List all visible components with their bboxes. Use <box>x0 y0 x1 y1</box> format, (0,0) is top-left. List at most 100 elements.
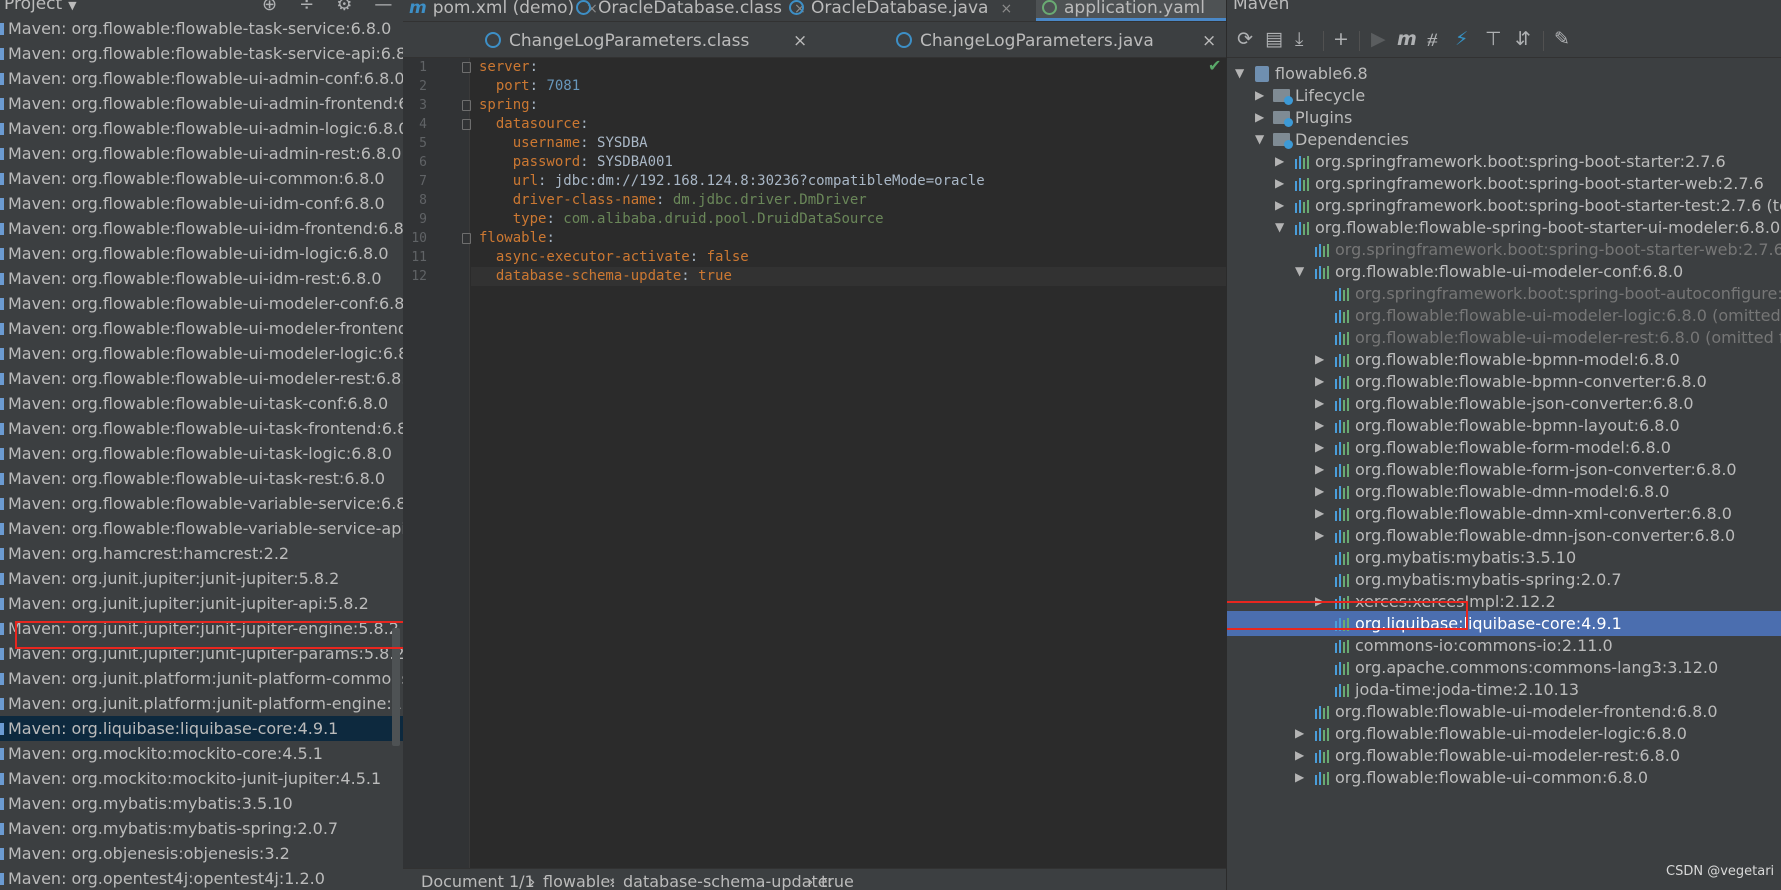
toolbar-separator <box>1543 31 1544 51</box>
fold-icon[interactable] <box>462 233 471 244</box>
library-icon <box>1295 200 1311 213</box>
import-folder-icon[interactable]: ▤ <box>1265 28 1283 50</box>
library-label: Maven: org.opentest4j:opentest4j:1.2.0 <box>8 869 325 888</box>
project-library-item[interactable]: Maven: org.flowable:flowable-task-servic… <box>0 41 403 66</box>
dependency-node[interactable]: ▶ org.flowable:flowable-ui-common:6.8.0 <box>1227 765 1781 790</box>
tab-oracledatabase-java[interactable]: OracleDatabase.java × <box>783 0 1012 21</box>
tab-changelogparameters-class[interactable]: ChangeLogParameters.class <box>485 27 749 55</box>
library-label: Maven: org.flowable:flowable-task-servic… <box>8 19 392 38</box>
tab-changelogparameters-java[interactable]: ChangeLogParameters.java <box>896 27 1154 55</box>
library-label: Maven: org.flowable:flowable-ui-task-log… <box>8 444 392 463</box>
folder-icon <box>1273 89 1293 105</box>
download-icon[interactable]: ⤓ <box>1295 28 1303 50</box>
tab-application-yaml[interactable]: application.yaml <box>1036 0 1226 21</box>
project-library-item[interactable]: Maven: org.flowable:flowable-ui-admin-re… <box>0 141 403 166</box>
project-library-item[interactable]: Maven: org.flowable:flowable-ui-common:6… <box>0 166 403 191</box>
project-library-item[interactable]: Maven: org.flowable:flowable-ui-task-con… <box>0 391 403 416</box>
library-icon <box>1315 244 1331 257</box>
breadcrumb-value[interactable]: true <box>821 872 854 890</box>
library-icon <box>1335 398 1351 411</box>
close-icon[interactable]: × <box>793 27 807 55</box>
library-icon <box>0 673 4 685</box>
skip-tests-icon[interactable]: ⚡ <box>1455 28 1468 50</box>
inspection-ok-icon[interactable]: ✔ <box>1208 56 1221 75</box>
library-label: Maven: org.flowable:flowable-ui-modeler-… <box>8 369 403 388</box>
library-icon <box>0 848 4 860</box>
project-library-item[interactable]: Maven: org.flowable:flowable-ui-modeler-… <box>0 341 403 366</box>
project-library-item[interactable]: Maven: org.flowable:flowable-ui-idm-fron… <box>0 216 403 241</box>
project-library-item[interactable]: Maven: org.flowable:flowable-ui-idm-logi… <box>0 241 403 266</box>
folder-icon <box>1273 111 1293 127</box>
project-library-item[interactable]: Maven: org.flowable:flowable-task-servic… <box>0 16 403 41</box>
collapse-all-icon[interactable]: ⇵ <box>1515 28 1531 50</box>
project-library-item[interactable]: Maven: org.junit.platform:junit-platform… <box>0 666 403 691</box>
project-library-item[interactable]: Maven: org.flowable:flowable-ui-task-log… <box>0 441 403 466</box>
show-dependencies-icon[interactable]: ⊤ <box>1485 28 1502 50</box>
library-icon <box>0 173 4 185</box>
maven-m-icon[interactable]: m <box>1397 28 1417 50</box>
project-library-item[interactable]: Maven: org.flowable:flowable-ui-modeler-… <box>0 316 403 341</box>
project-library-item[interactable]: Maven: org.mockito:mockito-core:4.5.1 <box>0 741 403 766</box>
library-icon <box>1335 662 1351 675</box>
project-library-item[interactable]: Maven: org.flowable:flowable-ui-task-fro… <box>0 416 403 441</box>
run-icon[interactable]: ▶ <box>1371 28 1386 50</box>
library-icon <box>1295 178 1311 191</box>
library-label: Maven: org.flowable:flowable-task-servic… <box>8 44 403 63</box>
project-library-item[interactable]: Maven: org.flowable:flowable-ui-modeler-… <box>0 366 403 391</box>
project-library-item[interactable]: Maven: org.junit.platform:junit-platform… <box>0 691 403 716</box>
wrench-icon[interactable]: ✎ <box>1554 28 1570 50</box>
project-library-item[interactable]: Maven: org.mybatis:mybatis-spring:2.0.7 <box>0 816 403 841</box>
collapsed-arrow-icon[interactable]: ▶ <box>1295 765 1304 790</box>
library-icon <box>1335 464 1351 477</box>
library-label: Maven: org.flowable:flowable-ui-modeler-… <box>8 344 403 363</box>
project-library-item[interactable]: Maven: org.flowable:flowable-ui-task-res… <box>0 466 403 491</box>
project-library-item[interactable]: Maven: org.mybatis:mybatis:3.5.10 <box>0 791 403 816</box>
split-icon[interactable]: ÷ <box>299 0 314 15</box>
project-library-item[interactable]: Maven: org.flowable:flowable-ui-admin-fr… <box>0 91 403 116</box>
project-library-item[interactable]: Maven: org.junit.jupiter:junit-jupiter:5… <box>0 566 403 591</box>
library-icon <box>0 48 4 60</box>
project-library-item[interactable]: Maven: org.opentest4j:opentest4j:1.2.0 <box>0 866 403 890</box>
project-library-item[interactable]: Maven: org.flowable:flowable-ui-idm-rest… <box>0 266 403 291</box>
breadcrumb-document[interactable]: Document 1/1 <box>421 872 535 890</box>
project-library-item[interactable]: Maven: org.objenesis:objenesis:3.2 <box>0 841 403 866</box>
library-icon <box>0 373 4 385</box>
project-library-item[interactable]: Maven: org.mockito:mockito-junit-jupiter… <box>0 766 403 791</box>
close-icon[interactable]: × <box>1000 1 1012 17</box>
library-label: Maven: org.flowable:flowable-ui-modeler-… <box>8 319 403 338</box>
code-area[interactable]: server: port: 7081 spring: datasource: u… <box>471 58 1226 868</box>
project-library-item[interactable]: Maven: org.flowable:flowable-variable-se… <box>0 491 403 516</box>
project-library-item[interactable]: Maven: org.flowable:flowable-ui-admin-co… <box>0 66 403 91</box>
toggle-offline-icon[interactable]: ⧣ <box>1427 28 1438 50</box>
breadcrumb-schema-update[interactable]: database-schema-update: <box>623 872 833 890</box>
tree-label: org.flowable:flowable-ui-common:6.8.0 <box>1335 768 1649 787</box>
project-library-item[interactable]: Maven: org.hamcrest:hamcrest:2.2 <box>0 541 403 566</box>
library-icon <box>0 573 4 585</box>
project-library-item[interactable]: Maven: org.liquibase:liquibase-core:4.9.… <box>0 716 403 741</box>
fold-icon[interactable] <box>462 62 471 73</box>
tab-pom-xml[interactable]: m pom.xml (demo) × <box>403 0 598 21</box>
breadcrumb-flowable[interactable]: flowable: <box>543 872 616 890</box>
close-icon[interactable]: × <box>1202 27 1216 55</box>
library-label: Maven: org.mockito:mockito-core:4.5.1 <box>8 744 323 763</box>
project-panel: Project ▼ ⊕ ÷ ⚙ — Maven: org.flowable:flo… <box>0 0 403 890</box>
fold-icon[interactable] <box>462 100 471 111</box>
minimize-icon[interactable]: — <box>374 0 392 15</box>
library-icon <box>1315 706 1331 719</box>
code-line: spring: <box>479 97 539 113</box>
project-library-item[interactable]: Maven: org.flowable:flowable-ui-admin-lo… <box>0 116 403 141</box>
maven-title: Maven <box>1233 0 1290 14</box>
project-library-item[interactable]: Maven: org.junit.jupiter:junit-jupiter-a… <box>0 591 403 616</box>
project-library-item[interactable]: Maven: org.flowable:flowable-variable-se… <box>0 516 403 541</box>
project-library-item[interactable]: Maven: org.flowable:flowable-ui-modeler-… <box>0 291 403 316</box>
library-label: Maven: org.flowable:flowable-variable-se… <box>8 519 403 538</box>
add-icon[interactable]: + <box>1333 28 1349 50</box>
gear-icon[interactable]: ⚙ <box>336 0 352 15</box>
fold-icon[interactable] <box>462 119 471 130</box>
project-view-selector[interactable]: Project ▼ <box>4 0 77 14</box>
project-library-item[interactable]: Maven: org.flowable:flowable-ui-idm-conf… <box>0 191 403 216</box>
target-icon[interactable]: ⊕ <box>262 0 277 15</box>
tab-oracledatabase-class[interactable]: OracleDatabase.class × <box>570 0 806 21</box>
line-number: 9 <box>419 212 427 227</box>
refresh-icon[interactable]: ⟳ <box>1237 28 1253 50</box>
